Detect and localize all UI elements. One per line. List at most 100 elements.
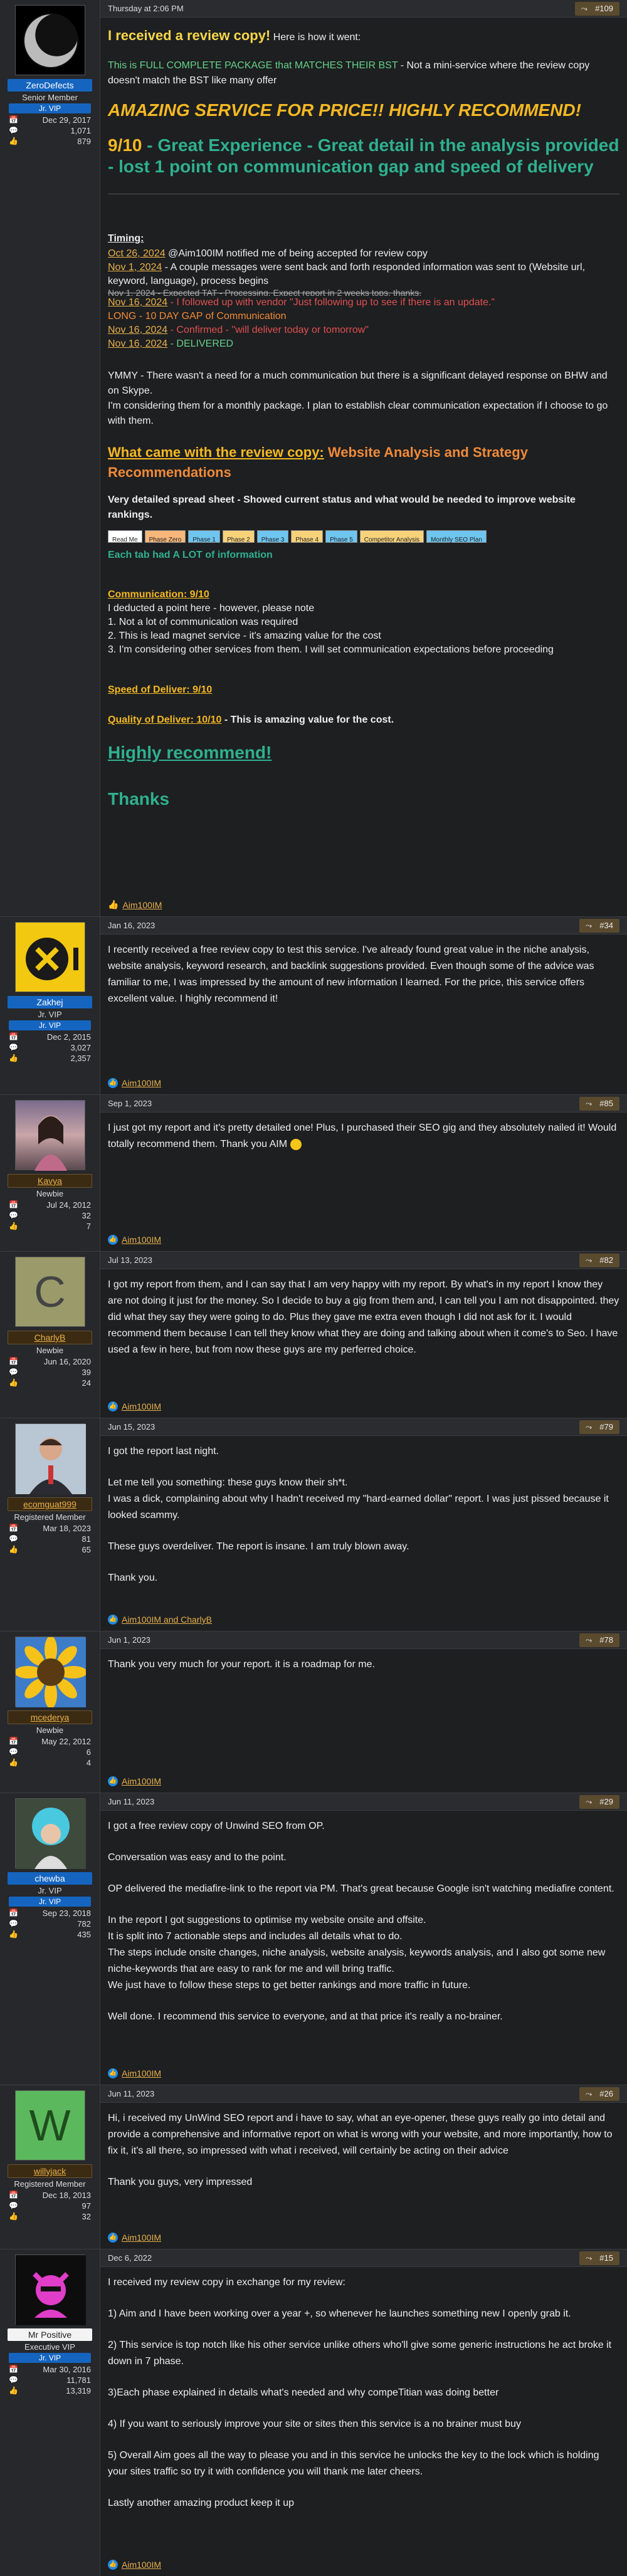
user-sidebar: Zakhej Jr. VIP Jr. VIP 📅 Dec 2, 2015 💬 3,0…: [0, 917, 100, 1094]
post-body: I got the report last night. Let me tell…: [108, 1446, 609, 1583]
logo-icon: [25, 938, 78, 980]
share-icon[interactable]: ⤳: [581, 4, 587, 14]
avatar[interactable]: [14, 922, 85, 992]
post-main: Jun 1, 2023 ⤳ #78 Thank you very much for…: [100, 1631, 627, 1793]
post-date[interactable]: Sep 1, 2023: [108, 1099, 152, 1108]
like-icon: 👍: [108, 2233, 118, 2243]
reactions-bar: 👍 Aim100IM: [108, 1776, 161, 1786]
came-with-title: What came with the review copy:: [108, 444, 324, 460]
share-icon[interactable]: ⤳: [586, 2089, 592, 2099]
avatar[interactable]: [14, 1100, 85, 1171]
username[interactable]: CharlyB: [8, 1331, 92, 1344]
post-date[interactable]: Dec 6, 2022: [108, 2253, 152, 2263]
avatar[interactable]: [14, 1636, 87, 1709]
reaction-users[interactable]: Aim100IM and CharlyB: [122, 1615, 212, 1625]
message-icon: 💬: [9, 1043, 18, 1052]
reaction-users[interactable]: Aim100IM: [122, 2233, 161, 2243]
post-date[interactable]: Jan 16, 2023: [108, 921, 155, 930]
joined-stat: 📅 Dec 29, 2017: [9, 115, 91, 125]
reaction-users[interactable]: Aim100IM: [122, 900, 162, 910]
post-header: Sep 1, 2023 ⤳ #85: [100, 1095, 627, 1113]
post-date[interactable]: Jun 15, 2023: [108, 1422, 155, 1432]
thread: ZeroDefects Senior Member Jr. VIP 📅 Dec 2…: [0, 0, 627, 2576]
user-rank: Newbie: [36, 1725, 64, 1735]
username[interactable]: chewba: [8, 1872, 92, 1885]
messages-stat: 💬 81: [9, 1534, 91, 1544]
message-icon: 💬: [9, 126, 18, 135]
username[interactable]: mcederya: [8, 1710, 92, 1724]
reaction-users[interactable]: Aim100IM: [122, 2560, 161, 2570]
post-number[interactable]: ⤳ #78: [579, 1633, 619, 1647]
reaction-users[interactable]: Aim100IM: [122, 2068, 161, 2078]
avatar[interactable]: W: [14, 2090, 85, 2160]
calendar-icon: 📅: [9, 1737, 18, 1746]
username[interactable]: Kavya: [8, 1174, 92, 1188]
user-badge: Jr. VIP: [9, 103, 91, 113]
joined-stat: 📅 Dec 2, 2015: [9, 1032, 91, 1042]
post-number[interactable]: ⤳ #82: [579, 1253, 619, 1267]
share-icon[interactable]: ⤳: [586, 1635, 592, 1645]
share-icon[interactable]: ⤳: [586, 2253, 592, 2263]
user-rank: Jr. VIP: [38, 1010, 62, 1019]
post-date[interactable]: Thursday at 2:06 PM: [108, 4, 184, 13]
username[interactable]: willyjack: [8, 2164, 92, 2178]
share-icon[interactable]: ⤳: [586, 1099, 592, 1109]
reaction-users[interactable]: Aim100IM: [122, 1401, 161, 1411]
username[interactable]: ZeroDefects: [8, 79, 92, 92]
reaction-users[interactable]: Aim100IM: [122, 1235, 161, 1245]
post-number[interactable]: ⤳ #109: [574, 1, 619, 16]
share-icon[interactable]: ⤳: [586, 921, 592, 931]
post-date[interactable]: Jun 11, 2023: [108, 1797, 154, 1806]
tab: Phase 4: [291, 530, 324, 543]
post-date[interactable]: Jul 13, 2023: [108, 1255, 152, 1265]
username[interactable]: Mr Positive: [8, 2328, 92, 2341]
post-header: Jun 15, 2023 ⤳ #79: [100, 1418, 627, 1436]
tab: Phase 2: [222, 530, 255, 543]
calendar-icon: 📅: [9, 115, 18, 124]
username[interactable]: ecomguat999: [8, 1497, 92, 1511]
post-number[interactable]: ⤳ #85: [579, 1096, 619, 1111]
avatar[interactable]: [14, 1423, 86, 1494]
user-sidebar: chewba Jr. VIP Jr. VIP 📅 Sep 23, 2018 💬 78…: [0, 1793, 100, 2085]
username[interactable]: Zakhej: [8, 996, 92, 1008]
share-icon[interactable]: ⤳: [586, 1797, 592, 1807]
post-number[interactable]: ⤳ #34: [579, 918, 619, 933]
reactions-stat: 👍 24: [9, 1378, 91, 1388]
thumbs-up-icon: 👍: [9, 1758, 18, 1767]
user-sidebar: ZeroDefects Senior Member Jr. VIP 📅 Dec 2…: [0, 0, 100, 916]
like-icon: 👍: [108, 1615, 118, 1625]
like-icon: 👍: [108, 1401, 118, 1411]
post-number[interactable]: ⤳ #15: [579, 2251, 619, 2265]
reaction-users[interactable]: Aim100IM: [122, 1078, 161, 1088]
avatar[interactable]: [14, 2254, 86, 2325]
share-icon[interactable]: ⤳: [586, 1255, 592, 1265]
post-date[interactable]: Jun 11, 2023: [108, 2089, 154, 2098]
share-icon[interactable]: ⤳: [586, 1422, 592, 1432]
post-number[interactable]: ⤳ #29: [579, 1794, 619, 1809]
avatar[interactable]: [14, 5, 85, 75]
sunflower-icon: [14, 1636, 87, 1709]
reaction-users[interactable]: Aim100IM: [122, 1776, 161, 1786]
calendar-icon: 📅: [9, 1200, 18, 1209]
post-header: Jan 16, 2023 ⤳ #34: [100, 917, 627, 935]
post-number[interactable]: ⤳ #26: [579, 2086, 619, 2101]
post-number[interactable]: ⤳ #79: [579, 1420, 619, 1434]
post-header: Jul 13, 2023 ⤳ #82: [100, 1252, 627, 1269]
avatar[interactable]: [14, 1798, 86, 1869]
post-date[interactable]: Jun 1, 2023: [108, 1635, 150, 1645]
post-main: Jun 15, 2023 ⤳ #79 I got the report last …: [100, 1418, 627, 1631]
user-sidebar: W willyjack Registered Member 📅 Dec 18, 2…: [0, 2085, 100, 2249]
post-body: I recently received a free review copy t…: [108, 945, 594, 1004]
amazing-headline: AMAZING SERVICE FOR PRICE!! HIGHLY RECOM…: [108, 100, 581, 120]
intro-headline: I received a review copy!: [108, 28, 271, 43]
joined-stat: 📅 Dec 18, 2013: [9, 2191, 91, 2200]
post-body: I received my review copy in exchange fo…: [108, 2277, 612, 2508]
reactions-stat: 👍 2,357: [9, 1054, 91, 1063]
reactions-stat: 👍 13,319: [9, 2386, 91, 2395]
avatar[interactable]: C: [14, 1257, 85, 1327]
tab: Monthly SEO Plan: [426, 530, 487, 543]
post-main: Dec 6, 2022 ⤳ #15 I received my review co…: [100, 2249, 627, 2576]
post-body: I got a free review copy of Unwind SEO f…: [108, 1821, 614, 2022]
post: mcederya Newbie 📅 May 22, 2012 💬 6 👍 4 Jun …: [0, 1631, 627, 1793]
thumbs-up-icon: 👍: [9, 1378, 18, 1387]
